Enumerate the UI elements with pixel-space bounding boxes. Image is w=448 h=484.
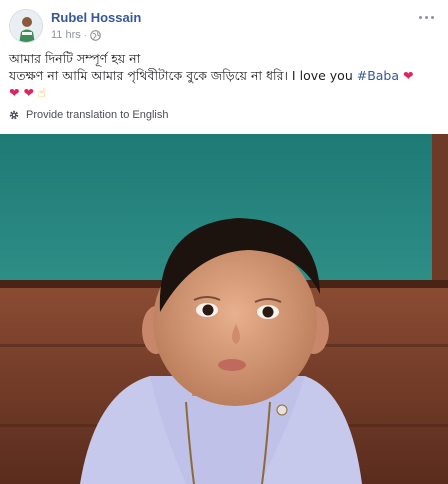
translation-link[interactable]: Provide translation to English — [8, 109, 168, 121]
globe-icon[interactable] — [89, 29, 101, 41]
heart-emoji: ❤ — [403, 68, 414, 83]
heart-emoji: ❤ — [23, 85, 34, 100]
post-photo[interactable] — [0, 134, 448, 484]
avatar-image — [10, 10, 42, 42]
hashtag-link[interactable]: #Baba — [357, 68, 399, 83]
post-text-line-1: আমার দিনটি সম্পূর্ণ হয় না — [9, 51, 141, 66]
post-text-line-2: যতক্ষণ না আমি আমার পৃথিবীটাকে বুকে জড়িয… — [9, 67, 434, 84]
timestamp[interactable]: 11 hrs — [51, 29, 81, 41]
post-text-line-3: ❤ ❤ ☝ — [9, 84, 434, 101]
avatar[interactable] — [9, 9, 43, 43]
post-text: আমার দিনটি সম্পূর্ণ হয় না যতক্ষণ না আমি… — [9, 50, 434, 101]
post-options-button[interactable] — [416, 11, 436, 23]
post-header: Rubel Hossain 11 hrs · — [0, 0, 448, 46]
meta-separator: · — [83, 30, 87, 40]
post-text-body: যতক্ষণ না আমি আমার পৃথিবীটাকে বুকে জড়িয… — [9, 68, 357, 83]
child-photo — [0, 134, 448, 484]
gear-icon — [9, 110, 19, 120]
author-name[interactable]: Rubel Hossain — [51, 10, 141, 25]
post-meta: 11 hrs · — [51, 29, 101, 41]
pointing-hand-emoji: ☝ — [37, 85, 46, 100]
translation-label[interactable]: Provide translation to English — [26, 109, 168, 121]
heart-emoji: ❤ — [9, 85, 20, 100]
